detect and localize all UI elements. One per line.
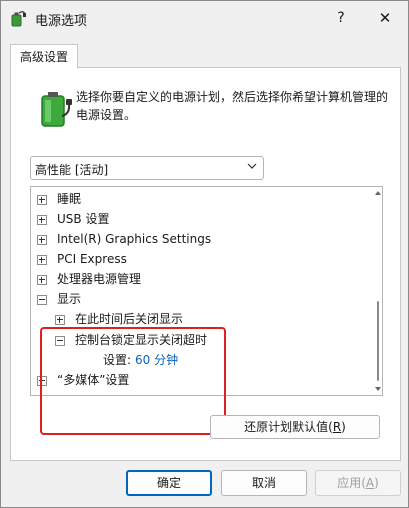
power-plan-value: 高性能 [活动] <box>35 163 109 177</box>
scroll-down-arrow-icon[interactable] <box>375 386 381 392</box>
window-title: 电源选项 <box>35 14 88 29</box>
apply-button[interactable]: 应用(A) <box>315 470 401 496</box>
power-plan-dropdown[interactable]: 高性能 [活动] <box>30 156 264 180</box>
advanced-settings-panel: 选择你要自定义的电源计划，然后选择你希望计算机管理的电源设置。 高性能 [活动]… <box>10 67 401 461</box>
expand-icon[interactable] <box>37 195 47 205</box>
tree-scrollbar[interactable] <box>375 187 381 395</box>
red-highlight-box <box>40 327 226 435</box>
power-options-icon <box>11 11 26 27</box>
expand-icon[interactable] <box>55 315 65 325</box>
help-button[interactable]: ? <box>327 6 355 30</box>
expand-icon[interactable] <box>37 255 47 265</box>
tab-advanced-settings[interactable]: 高级设置 <box>10 44 78 69</box>
scroll-thumb[interactable] <box>377 301 379 381</box>
power-options-dialog: 电源选项 ? ✕ 高级设置 选择你要自定义的电源计划，然后选择你希望计算机管理的… <box>0 0 409 508</box>
close-button[interactable]: ✕ <box>371 6 399 30</box>
chevron-down-icon <box>247 163 257 169</box>
expand-icon[interactable] <box>37 235 47 245</box>
title-bar: 电源选项 ? ✕ <box>1 1 408 35</box>
collapse-icon[interactable] <box>37 295 47 305</box>
restore-defaults-button[interactable]: 还原计划默认值(R) <box>210 415 380 439</box>
expand-icon[interactable] <box>37 215 47 225</box>
expand-icon[interactable] <box>37 275 47 285</box>
scroll-up-arrow-icon[interactable] <box>375 190 381 196</box>
cancel-button[interactable]: 取消 <box>221 470 307 496</box>
description-text: 选择你要自定义的电源计划，然后选择你希望计算机管理的电源设置。 <box>76 90 389 122</box>
ok-button[interactable]: 确定 <box>126 470 212 496</box>
battery-icon <box>41 92 72 127</box>
